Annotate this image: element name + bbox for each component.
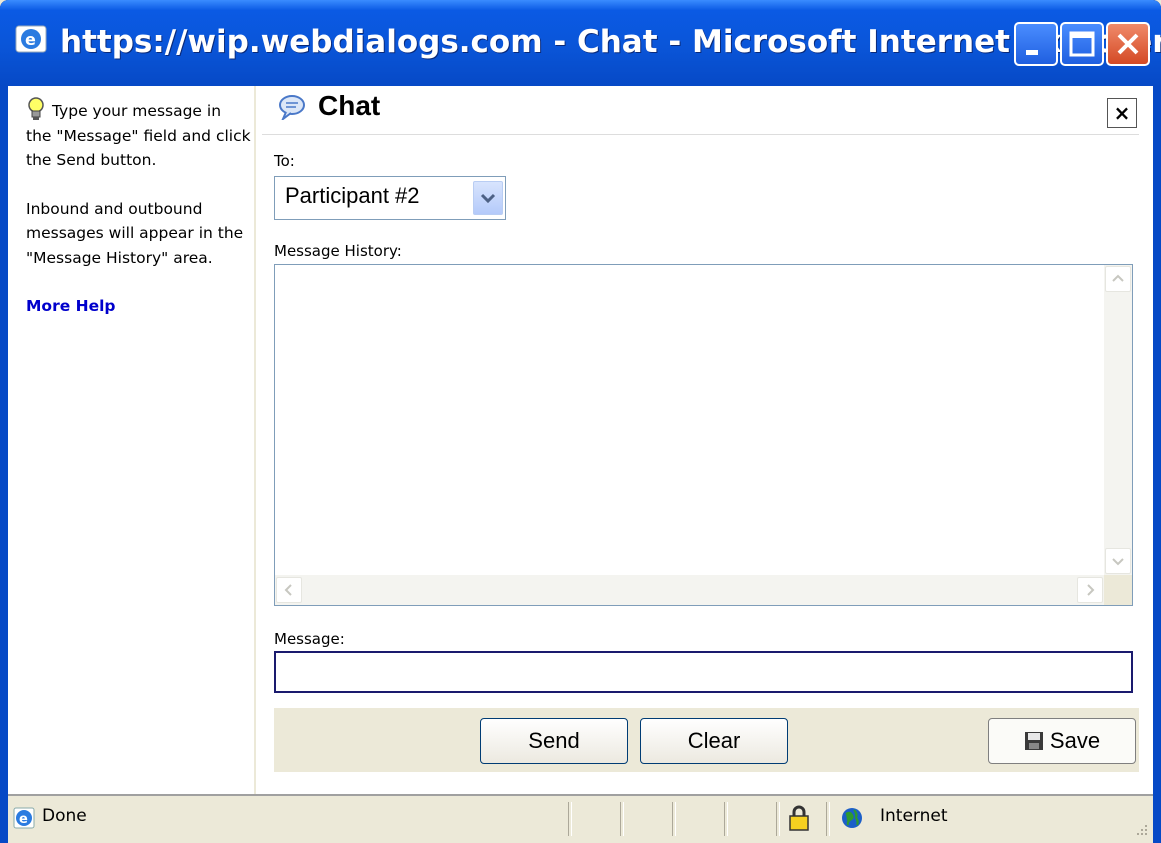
horizontal-scrollbar[interactable]: [275, 575, 1104, 605]
svg-text:e: e: [25, 30, 36, 49]
chat-title: Chat: [318, 90, 381, 121]
resize-grip-icon[interactable]: [1131, 821, 1149, 839]
recipient-value: Participant #2: [285, 183, 420, 208]
send-button[interactable]: Send: [480, 718, 628, 764]
help-text: Type your message in the "Message" field…: [26, 96, 251, 319]
window-frame-right: [1153, 86, 1161, 843]
more-help-link[interactable]: More Help: [26, 294, 116, 319]
scroll-down-button[interactable]: [1105, 548, 1131, 574]
window-frame-left: [0, 86, 8, 843]
message-label: Message:: [274, 630, 345, 648]
lightbulb-icon: [28, 97, 44, 120]
status-separator: [776, 802, 780, 836]
close-chat-button[interactable]: ×: [1107, 98, 1137, 128]
status-separator: [568, 802, 572, 836]
scroll-right-button[interactable]: [1077, 577, 1103, 603]
minimize-icon: [1026, 50, 1038, 55]
save-button[interactable]: Save: [988, 718, 1136, 764]
chevron-left-icon: [284, 584, 292, 596]
clear-button[interactable]: Clear: [640, 718, 788, 764]
vertical-scrollbar[interactable]: [1104, 265, 1132, 575]
scroll-up-button[interactable]: [1105, 266, 1131, 292]
maximize-button[interactable]: [1060, 22, 1104, 66]
internet-explorer-icon: e: [15, 25, 47, 53]
window-title: https://wip.webdialogs.com - Chat - Micr…: [60, 24, 1161, 60]
page-content: Type your message in the "Message" field…: [8, 86, 1153, 794]
status-text: Done: [42, 806, 87, 826]
lock-icon[interactable]: [788, 804, 810, 832]
svg-text:e: e: [19, 812, 28, 827]
page-done-icon: e: [13, 807, 35, 829]
chevron-down-icon: [1112, 558, 1124, 566]
help-panel: Type your message in the "Message" field…: [8, 86, 256, 794]
security-zone-text: Internet: [880, 806, 948, 826]
chevron-down-icon: [480, 193, 496, 204]
chat-header: Chat ×: [262, 86, 1139, 135]
to-label: To:: [274, 152, 295, 170]
status-separator: [620, 802, 624, 836]
chevron-up-icon: [1112, 274, 1124, 282]
message-history-label: Message History:: [274, 242, 402, 260]
minimize-button[interactable]: [1014, 22, 1058, 66]
status-separator: [826, 802, 830, 836]
help-intro: Type your message in the "Message" field…: [26, 102, 251, 169]
chevron-right-icon: [1087, 584, 1095, 596]
dropdown-button[interactable]: [473, 181, 503, 215]
close-window-button[interactable]: [1106, 22, 1150, 66]
internet-zone-globe-icon: [842, 808, 862, 828]
recipient-select[interactable]: Participant #2: [274, 176, 506, 220]
maximize-icon: [1069, 31, 1095, 57]
message-input[interactable]: [274, 651, 1133, 693]
scrollbar-corner: [1104, 575, 1132, 605]
browser-window: e https://wip.webdialogs.com - Chat - Mi…: [0, 0, 1161, 843]
chat-panel: Chat × To: Participant #2 Message Histor…: [262, 86, 1153, 794]
help-detail: Inbound and outbound messages will appea…: [26, 199, 244, 267]
status-separator: [724, 802, 728, 836]
title-bar[interactable]: e https://wip.webdialogs.com - Chat - Mi…: [0, 0, 1161, 86]
save-label: Save: [1049, 728, 1101, 753]
chat-bubble-icon: [279, 95, 305, 120]
close-icon: [1117, 33, 1139, 55]
message-history-area[interactable]: [274, 264, 1133, 606]
scroll-left-button[interactable]: [276, 577, 302, 603]
status-bar: e Done Internet: [8, 794, 1153, 843]
status-separator: [672, 802, 676, 836]
floppy-disk-icon: [1024, 732, 1043, 750]
action-bar: Send Clear Save: [274, 708, 1139, 772]
